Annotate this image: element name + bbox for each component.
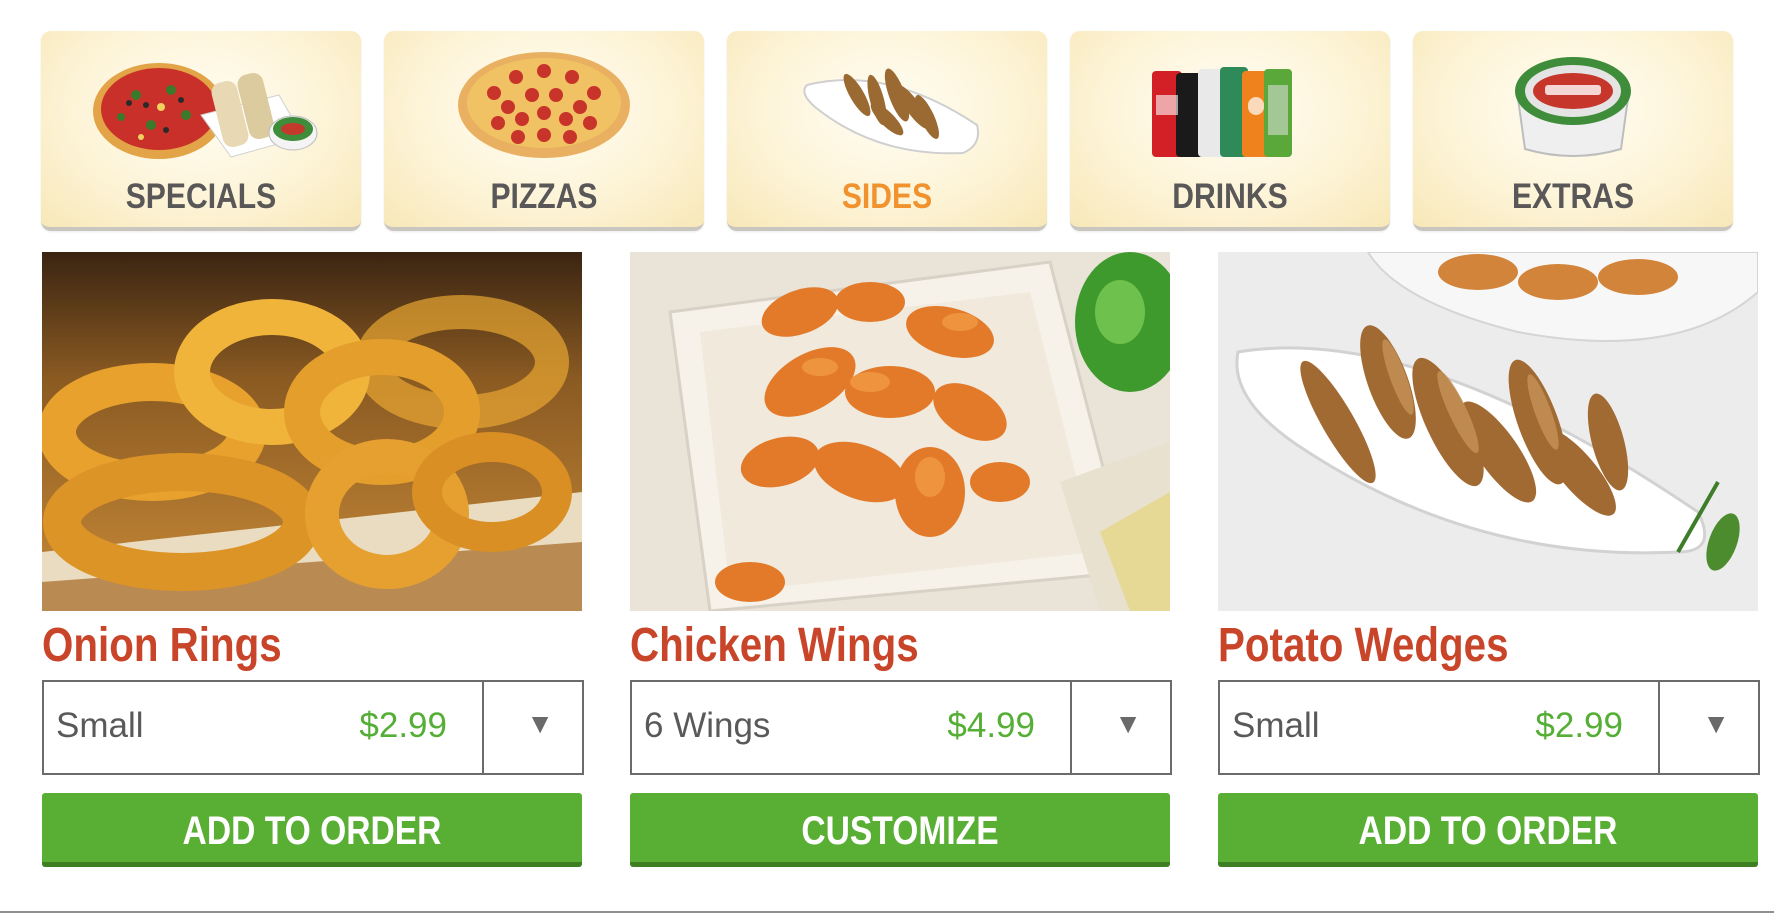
tab-label: PIZZAS — [490, 177, 598, 216]
size-select[interactable]: Small $2.99 ▼ — [1218, 680, 1760, 775]
add-to-order-button[interactable]: ADD TO ORDER — [42, 793, 582, 867]
tab-label: SPECIALS — [125, 177, 277, 216]
pepperoni-pizza-icon — [384, 45, 704, 167]
tab-label: EXTRAS — [1511, 177, 1635, 216]
chevron-down-icon[interactable]: ▼ — [1114, 708, 1142, 740]
product-name: Potato Wedges — [1218, 619, 1509, 672]
selected-price: $2.99 — [1535, 706, 1623, 745]
selected-price: $4.99 — [947, 706, 1035, 745]
product-name: Chicken Wings — [630, 619, 919, 672]
potato-wedges-dish-icon — [727, 45, 1047, 167]
potato-wedges-photo — [1218, 252, 1758, 611]
chevron-down-icon[interactable]: ▼ — [526, 708, 554, 740]
tab-sides[interactable]: SIDES — [727, 31, 1047, 231]
tab-specials[interactable]: SPECIALS — [41, 31, 361, 231]
dipping-sauce-cup-icon — [1413, 45, 1733, 167]
tab-extras[interactable]: EXTRAS — [1413, 31, 1733, 231]
product-name: Onion Rings — [42, 619, 282, 672]
button-label: ADD TO ORDER — [1358, 809, 1618, 853]
chicken-wings-photo — [630, 252, 1170, 611]
tab-pizzas[interactable]: PIZZAS — [384, 31, 704, 231]
selected-size: 6 Wings — [644, 706, 771, 745]
onion-rings-photo — [42, 252, 582, 611]
tab-label: DRINKS — [1172, 177, 1288, 216]
selected-size: Small — [1232, 706, 1320, 745]
tab-drinks[interactable]: DRINKS — [1070, 31, 1390, 231]
add-to-order-button[interactable]: ADD TO ORDER — [1218, 793, 1758, 867]
button-label: CUSTOMIZE — [801, 809, 999, 853]
select-divider — [482, 682, 484, 773]
tab-label: SIDES — [841, 177, 933, 216]
pizza-with-breadsticks-icon — [41, 45, 361, 167]
chevron-down-icon[interactable]: ▼ — [1702, 708, 1730, 740]
selected-price: $2.99 — [359, 706, 447, 745]
size-select[interactable]: 6 Wings $4.99 ▼ — [630, 680, 1172, 775]
soda-cans-icon — [1070, 45, 1390, 167]
category-tabs: SPECIALS PIZZAS SIDES DRINKS EXTRAS — [41, 31, 1750, 231]
button-label: ADD TO ORDER — [182, 809, 442, 853]
select-divider — [1658, 682, 1660, 773]
size-select[interactable]: Small $2.99 ▼ — [42, 680, 584, 775]
select-divider — [1070, 682, 1072, 773]
selected-size: Small — [56, 706, 144, 745]
customize-button[interactable]: CUSTOMIZE — [630, 793, 1170, 867]
footer-divider — [0, 911, 1774, 913]
